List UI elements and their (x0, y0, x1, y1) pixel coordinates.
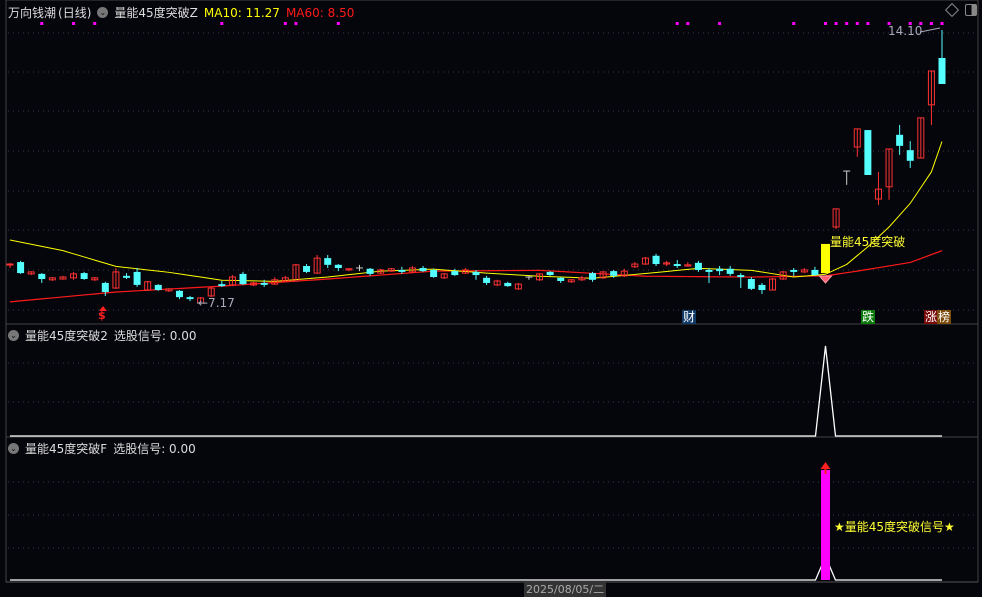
top-signal-dot (294, 22, 298, 25)
stock-name: 万向钱潮 (8, 6, 57, 20)
rank-marker[interactable]: 榜 (937, 310, 952, 324)
ma10-line (9, 141, 943, 282)
indicator-name[interactable]: 量能45度突破Z (114, 4, 198, 21)
down-candle (557, 277, 565, 281)
down-candle (546, 271, 554, 276)
down-candle (673, 264, 681, 267)
panel2-indicator[interactable]: 量能45度突破2 (25, 327, 108, 344)
arrow-up-icon (820, 462, 831, 469)
down-candle (451, 271, 459, 276)
down-candle (175, 290, 183, 298)
ma60-value: MA60: 8.50 (285, 5, 355, 20)
top-signal-dot (834, 22, 838, 25)
gem-icon (818, 275, 833, 284)
main-panel-header: 万向钱潮 (日线) ⌄ 量能45度突破Z MA10: 11.27 MA60: 8… (8, 4, 354, 21)
down-candle (652, 255, 660, 265)
down-candle (906, 150, 914, 161)
down-candle (504, 282, 512, 287)
chevron-down-icon[interactable]: ⌄ (8, 443, 19, 454)
panel2-signal: 选股信号: 0.00 (113, 329, 197, 343)
down-candle (186, 297, 194, 300)
down-candle (705, 269, 713, 272)
down-candle (303, 266, 311, 272)
down-candle (419, 267, 427, 272)
top-signal-dot (93, 22, 97, 25)
down-candle (483, 277, 491, 283)
axis-date-label: 2025/08/05/二 (524, 581, 607, 597)
panel3-signal-text: ★量能45度突破信号★ (834, 520, 955, 534)
top-signal-dot (940, 22, 944, 25)
down-candle (260, 282, 268, 285)
period-label: (日线) (58, 6, 92, 20)
down-candle (101, 282, 109, 293)
top-signal-dot (72, 22, 76, 25)
dollar-marker[interactable]: $ (98, 309, 106, 322)
down-candle (133, 271, 141, 285)
down-candle (694, 262, 702, 270)
rise-marker[interactable]: 涨 (924, 310, 939, 324)
down-candle (239, 273, 247, 285)
down-candle (430, 269, 438, 278)
down-candle (811, 269, 819, 276)
top-signal-dot (792, 22, 796, 25)
down-candle (38, 273, 46, 280)
panel3-signal: 选股信号: 0.00 (113, 442, 196, 456)
finance-marker[interactable]: 财 (682, 310, 697, 324)
drop-marker[interactable]: 跌 (861, 310, 876, 324)
breakout-candle (821, 243, 830, 274)
top-signal-dot (283, 22, 287, 25)
window-toggle-icon[interactable] (965, 4, 977, 16)
panel2-signal-line (10, 345, 942, 437)
down-candle (324, 258, 332, 265)
down-candle (758, 284, 766, 291)
top-signal-dot (929, 22, 933, 25)
chart-frame (5, 0, 979, 583)
down-candle (716, 268, 724, 272)
panel3-signal-line (10, 565, 942, 581)
down-candle (472, 271, 480, 276)
high-price-label: 14.10 (888, 24, 923, 38)
down-candle (737, 275, 745, 278)
down-candle (896, 134, 904, 146)
down-candle (218, 284, 226, 287)
top-signal-dot (336, 22, 340, 25)
top-signal-dot (686, 22, 690, 25)
down-candle (154, 284, 162, 291)
down-candle (398, 269, 406, 272)
top-signal-dot (845, 22, 849, 25)
panel3-signal-bar (821, 470, 830, 580)
chevron-down-icon[interactable]: ⌄ (8, 330, 19, 341)
down-candle (938, 57, 946, 84)
top-signal-dot (824, 22, 827, 25)
down-candle (17, 262, 25, 274)
panel3-header: ⌄ 量能45度突破F 选股信号: 0.00 (8, 440, 196, 457)
down-candle (80, 273, 88, 280)
down-candle (589, 273, 596, 280)
down-candle (123, 275, 130, 278)
panel2-header: ⌄ 量能45度突破2 选股信号: 0.00 (8, 327, 196, 344)
high-arrow (919, 27, 941, 33)
down-candle (790, 269, 798, 272)
down-candle (864, 130, 872, 175)
down-candle (610, 271, 618, 276)
top-signal-dot (675, 22, 679, 25)
up-candle (6, 263, 14, 266)
chevron-down-icon[interactable]: ⌄ (97, 7, 109, 18)
down-candle (747, 279, 755, 289)
ma10-value: MA10: 11.27 (203, 5, 280, 20)
down-candle (726, 268, 734, 274)
kline-chart-canvas[interactable] (0, 0, 982, 587)
top-signal-dot (855, 22, 859, 25)
breakout-label: 量能45度突破 (830, 235, 906, 249)
top-signal-dot (866, 22, 870, 25)
down-candle (366, 268, 374, 274)
top-signal-dot (718, 22, 722, 25)
down-candle (334, 264, 342, 268)
low-price-label: ←7.17 (198, 296, 235, 310)
top-signal-dot (40, 22, 44, 25)
panel3-indicator[interactable]: 量能45度突破F (25, 440, 107, 457)
top-signal-dot (220, 22, 224, 25)
